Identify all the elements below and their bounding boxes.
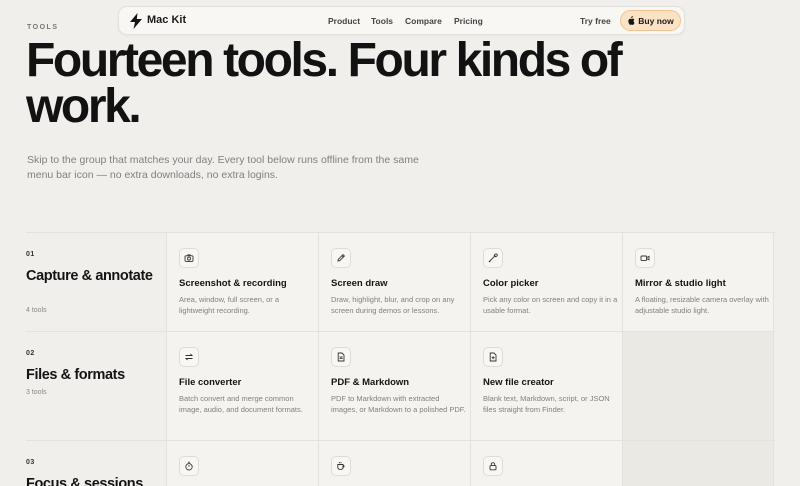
group-title: Capture & annotate [26, 268, 153, 284]
group-header: 01 Capture & annotate 4 tools [26, 233, 166, 331]
group-row-capture: 01 Capture & annotate 4 tools Screenshot… [26, 233, 775, 332]
tool-title: Color picker [483, 278, 539, 289]
tool-title: Mirror & studio light [635, 278, 726, 289]
buy-now-button[interactable]: Buy now [620, 10, 681, 31]
tool-card-mirror-studio-light[interactable]: Mirror & studio light A floating, resiza… [622, 233, 774, 331]
group-number: 02 [26, 350, 35, 357]
tool-card-pdf-markdown[interactable]: PDF & Markdown PDF to Markdown with extr… [318, 332, 470, 440]
convert-arrows-icon [179, 347, 199, 367]
nav-link-compare[interactable]: Compare [405, 16, 442, 26]
nav-link-product[interactable]: Product [328, 16, 360, 26]
timer-icon [179, 456, 199, 476]
tool-description: PDF to Markdown with extracted images, o… [331, 394, 466, 414]
intro-text: Skip to the group that matches your day.… [27, 154, 419, 181]
tool-card-coffee[interactable] [318, 441, 470, 486]
group-tool-count: 3 tools [26, 389, 47, 396]
try-free-link[interactable]: Try free [580, 16, 611, 26]
tool-description: A floating, resizable camera overlay wit… [635, 295, 769, 315]
buy-now-label: Buy now [638, 15, 674, 26]
group-number: 01 [26, 251, 35, 258]
page-headline: Fourteen tools. Four kinds of work. [26, 34, 623, 133]
tool-title: File converter [179, 377, 242, 388]
tool-title: New file creator [483, 377, 554, 388]
group-header: 02 Files & formats 3 tools [26, 332, 166, 440]
nav-link-pricing[interactable]: Pricing [454, 16, 483, 26]
tool-card-screenshot-recording[interactable]: Screenshot & recording Area, window, ful… [166, 233, 318, 331]
file-plus-icon [483, 347, 503, 367]
group-row-focus: 03 Focus & sessions [26, 441, 775, 486]
group-header: 03 Focus & sessions [26, 441, 166, 486]
document-icon [331, 347, 351, 367]
tool-card-file-converter[interactable]: File converter Batch convert and merge c… [166, 332, 318, 440]
top-nav: Mac Kit Product Tools Compare Pricing Tr… [118, 6, 685, 35]
group-title: Focus & sessions [26, 476, 143, 486]
tool-card-new-file-creator[interactable]: New file creator Blank text, Markdown, s… [470, 332, 622, 440]
video-icon [635, 248, 655, 268]
group-number: 03 [26, 459, 35, 466]
tool-card-screen-draw[interactable]: Screen draw Draw, highlight, blur, and c… [318, 233, 470, 331]
group-row-files: 02 Files & formats 3 tools File converte… [26, 332, 775, 441]
nav-link-tools[interactable]: Tools [371, 16, 393, 26]
lock-icon [483, 456, 503, 476]
tool-description: Blank text, Markdown, script, or JSON fi… [483, 394, 610, 414]
tool-card-lock[interactable] [470, 441, 622, 486]
tool-title: Screenshot & recording [179, 278, 287, 289]
camera-icon [179, 248, 199, 268]
tool-description: Pick any color on screen and copy it in … [483, 295, 618, 315]
tool-title: Screen draw [331, 278, 388, 289]
tool-description: Batch convert and merge common image, au… [179, 394, 303, 414]
apple-icon [628, 16, 635, 25]
empty-tool-slot [622, 332, 774, 440]
section-eyebrow: TOOLS [27, 24, 59, 31]
eyedropper-icon [483, 248, 503, 268]
tool-card-color-picker[interactable]: Color picker Pick any color on screen an… [470, 233, 622, 331]
coffee-cup-icon [331, 456, 351, 476]
tool-description: Area, window, full screen, or a lightwei… [179, 295, 280, 315]
tool-title: PDF & Markdown [331, 377, 410, 388]
group-title: Files & formats [26, 367, 125, 383]
tool-card-timer[interactable] [166, 441, 318, 486]
group-tool-count: 4 tools [26, 307, 47, 314]
tools-grid: 01 Capture & annotate 4 tools Screenshot… [26, 232, 775, 486]
bolt-logo-icon[interactable] [129, 13, 143, 29]
brand-name[interactable]: Mac Kit [147, 14, 186, 26]
tool-description: Draw, highlight, blur, and crop on any s… [331, 295, 455, 315]
empty-tool-slot [622, 441, 774, 486]
pencil-icon [331, 248, 351, 268]
